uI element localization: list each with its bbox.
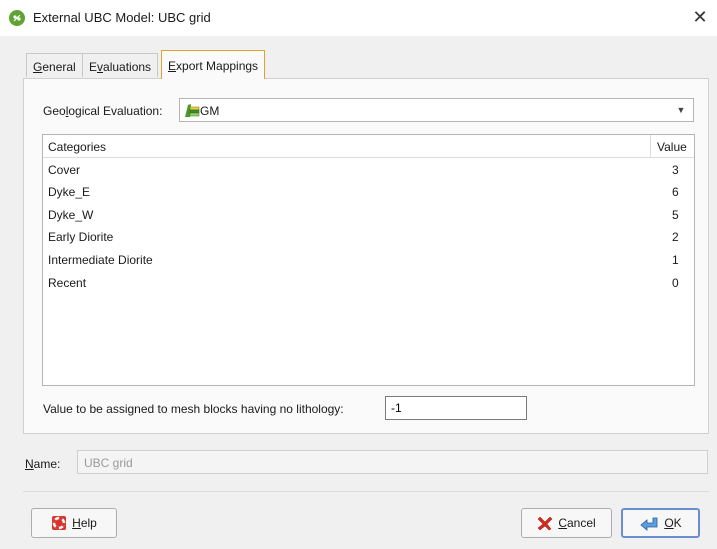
row-value[interactable]: 3 [672,163,679,177]
dialog-body: General Evaluations Export Mappings Geol… [0,36,717,549]
geological-evaluation-label: Geological Evaluation: [43,104,162,118]
window-title: External UBC Model: UBC grid [33,10,211,25]
tab-general-label: eneral [42,60,76,74]
name-label-rest: ame: [33,457,61,471]
help-button[interactable]: Help [31,508,117,538]
ok-mnemonic: O [664,516,674,530]
no-lithology-label: Value to be assigned to mesh blocks havi… [43,402,344,416]
row-category: Intermediate Diorite [48,253,153,267]
ok-label-rest: K [673,516,682,530]
category-mapping-table: Categories Value Cover 3 Dyke_E 6 Dyke_W… [42,134,695,386]
name-label: Name: [25,457,60,471]
cancel-button[interactable]: Cancel [521,508,612,538]
geological-evaluation-value: GM [200,104,220,118]
geological-model-icon [184,103,200,118]
cancel-label: Cancel [558,516,595,530]
tab-evaluations[interactable]: Evaluations [82,53,159,77]
tab-evaluations-prefix: E [89,60,98,74]
table-row[interactable]: Early Diorite 2 [43,226,694,248]
title-bar: External UBC Model: UBC grid ✕ [0,0,717,36]
close-icon[interactable]: ✕ [689,6,711,28]
tab-evaluations-label: aluations [103,60,152,74]
geo-label-pre: Geo [43,104,66,118]
tab-export-mnemonic: E [168,59,177,73]
tab-general-mnemonic: G [33,60,43,74]
name-label-mnemonic: N [25,457,34,471]
column-header-categories[interactable]: Categories [48,140,106,154]
help-label-rest: elp [80,516,97,530]
green-arrow-icon [639,515,659,531]
help-label: Help [72,516,97,530]
table-row[interactable]: Intermediate Diorite 1 [43,249,694,271]
row-category: Recent [48,276,87,290]
cancel-mnemonic: C [558,516,567,530]
row-category: Cover [48,163,81,177]
table-row[interactable]: Recent 0 [43,272,694,294]
tab-export-label: xport Mappings [176,59,259,73]
app-icon [9,10,25,26]
row-value[interactable]: 6 [672,185,679,199]
lifebuoy-icon [51,515,67,531]
name-field: UBC grid [77,450,708,474]
divider [23,491,709,492]
ok-button[interactable]: OK [621,508,700,538]
cancel-label-rest: ancel [566,516,596,530]
row-category: Dyke_E [48,185,91,199]
table-header: Categories Value [43,135,694,158]
chevron-down-icon[interactable]: ▼ [669,99,693,121]
column-header-value[interactable]: Value [657,140,687,154]
geological-evaluation-select[interactable]: GM ▼ [179,98,694,122]
geo-label-post: ogical Evaluation: [68,104,163,118]
tab-export-mappings[interactable]: Export Mappings [161,50,266,79]
row-value[interactable]: 2 [672,230,679,244]
table-row[interactable]: Cover 3 [43,159,694,181]
export-mappings-panel: Geological Evaluation: GM ▼ Categories V… [23,78,709,434]
table-row[interactable]: Dyke_W 5 [43,204,694,226]
row-value[interactable]: 0 [672,276,679,290]
row-value[interactable]: 1 [672,253,679,267]
red-x-icon [537,515,553,531]
tab-general[interactable]: General [26,53,83,77]
ok-label: OK [664,516,681,530]
column-divider [650,135,651,157]
row-category: Dyke_W [48,208,94,222]
row-category: Early Diorite [48,230,114,244]
table-row[interactable]: Dyke_E 6 [43,181,694,203]
no-lithology-value-input[interactable] [385,396,527,420]
help-mnemonic: H [72,516,81,530]
row-value[interactable]: 5 [672,208,679,222]
